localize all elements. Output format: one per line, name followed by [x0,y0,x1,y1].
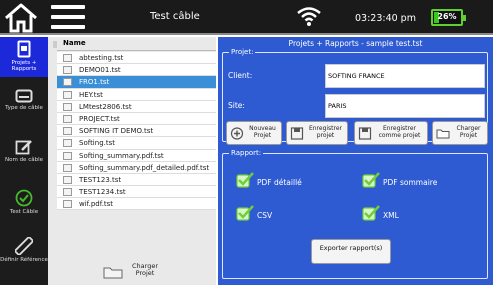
sidebar-item-label: Nom de câble [4,157,43,163]
file-row[interactable]: DEMO01.tst [57,64,216,77]
sidebar-item-cable-type[interactable]: Type de câble [0,89,48,129]
file-icon [63,90,72,99]
file-name: Softing_summary.pdf_detailed.pdf.tst [79,163,210,172]
project-legend: Projet: [229,48,256,57]
panel-title: Projets + Rapports - sample test.tst [288,39,423,48]
file-icon [63,54,72,62]
report-legend: Rapport: [229,149,264,158]
new-project-button[interactable]: Nouveau Projet [226,121,282,145]
file-panel: Name abtesting.tst DEMO01.tst FRO1.tst HEY.… [48,37,216,285]
file-row[interactable]: LMtest2806.tst [57,100,216,113]
save-project-button[interactable]: Enregistrer projet [286,121,348,145]
load-project-button-left[interactable]: Charger Projet [103,260,163,282]
file-row[interactable]: Softing.tst [57,137,216,150]
save-project-label: Enregistrer projet [308,125,343,139]
sidebar-item-cable-test[interactable]: Test Câble [0,189,48,229]
file-name: Softing_summary.pdf.tst [79,151,164,160]
file-name: PROJECT.tst [79,114,120,123]
file-name: TEST1234.tst [79,188,126,197]
sidebar-item-set-reference[interactable]: Définir Référence [0,237,48,279]
sidebar-item-cable-name[interactable]: Nom de câble [0,139,48,179]
file-name: TEST123.tst [79,175,122,184]
file-icon [63,114,72,123]
file-name: wif.pdf.tst [79,200,114,209]
file-icon [63,175,72,184]
file-name: Softing.tst [79,139,115,148]
file-name: abtesting.tst [79,54,124,62]
site-field[interactable]: PARIS [325,94,485,118]
folder-icon [103,267,123,279]
sidebar-item-projects-reports[interactable]: Projets + Rapports [0,37,48,77]
file-row[interactable]: SOFTING IT DEMO.tst [57,125,216,138]
file-icon [63,163,72,172]
clock: 03:23:40 pm [355,13,416,24]
save-as-project-button[interactable]: Enregistrer comme projet [354,121,428,145]
file-icon [63,139,72,148]
top-bar: Test câble 03:23:40 pm 26% [0,0,493,35]
menu-icon[interactable] [51,5,85,31]
file-row[interactable]: FRO1.tst [57,76,216,89]
folder-icon [436,129,450,139]
column-header-name[interactable]: Name [53,39,216,51]
file-row[interactable]: TEST1234.tst [57,186,216,199]
load-project-label: Charger Projet [456,125,481,139]
file-row[interactable]: HEY.tst [57,88,216,101]
battery-icon: 26% [431,9,466,26]
file-row[interactable]: PROJECT.tst [57,112,216,126]
site-label: Site: [228,101,245,110]
file-name: HEY.tst [79,90,103,99]
client-field[interactable]: SOFTING FRANCE [325,64,485,88]
csv-label: CSV [257,211,273,220]
sidebar-item-label: Définir Référence [0,257,48,263]
ruler-icon [15,237,33,255]
sidebar-item-label: Test Câble [9,209,39,215]
sidebar: Projets + Rapports Type de câble Nom de … [0,37,48,285]
new-project-label: Nouveau Projet [249,125,276,139]
csv-checkbox[interactable] [236,205,254,221]
edit-icon [15,140,32,155]
file-icon [63,102,72,111]
file-row[interactable]: TEST123.tst [57,173,216,187]
file-icon [63,200,72,209]
battery-label: 26% [437,12,457,21]
save-icon [290,127,304,140]
wifi-icon [296,5,322,27]
file-row[interactable]: abtesting.tst [57,52,216,65]
right-panel: Projets + Rapports - sample test.tst Pro… [218,37,493,285]
load-project-label: Charger Projet [132,262,158,277]
document-icon [17,40,31,58]
file-row[interactable]: Softing_summary.pdf_detailed.pdf.tst [57,161,216,174]
sidebar-item-label: Projets + Rapports [11,60,37,72]
home-icon[interactable] [3,2,39,34]
app-title: Test câble [150,11,200,22]
cable-box-icon [15,89,33,103]
pdf-detailed-label: PDF détaillé [257,178,302,187]
sidebar-item-label: Type de câble [5,105,43,111]
export-reports-label: Exporter rapport(s) [319,244,383,252]
xml-label: XML [383,211,399,220]
file-name: FRO1.tst [79,78,110,87]
save-as-icon [358,127,372,140]
file-row[interactable]: Softing_summary.pdf.tst [57,149,216,162]
check-circle-icon [15,189,33,207]
pdf-summary-label: PDF sommaire [383,178,438,187]
load-project-button[interactable]: Charger Projet [432,121,488,145]
file-list: abtesting.tst DEMO01.tst FRO1.tst HEY.tst LM… [57,52,216,211]
client-label: Client: [228,71,253,80]
file-icon [63,66,72,75]
file-icon [63,127,72,136]
plus-circle-icon [230,127,244,140]
save-as-project-label: Enregistrer comme projet [378,125,421,139]
pdf-summary-checkbox[interactable] [362,172,380,188]
export-reports-button[interactable]: Exporter rapport(s) [311,239,391,264]
file-icon [63,188,72,197]
file-icon [63,78,72,87]
xml-checkbox[interactable] [362,205,380,221]
file-name: LMtest2806.tst [79,102,132,111]
file-name: DEMO01.tst [79,66,121,75]
file-name: SOFTING IT DEMO.tst [79,127,154,136]
file-row[interactable]: wif.pdf.tst [57,198,216,211]
file-icon [63,151,72,160]
pdf-detailed-checkbox[interactable] [236,172,254,188]
